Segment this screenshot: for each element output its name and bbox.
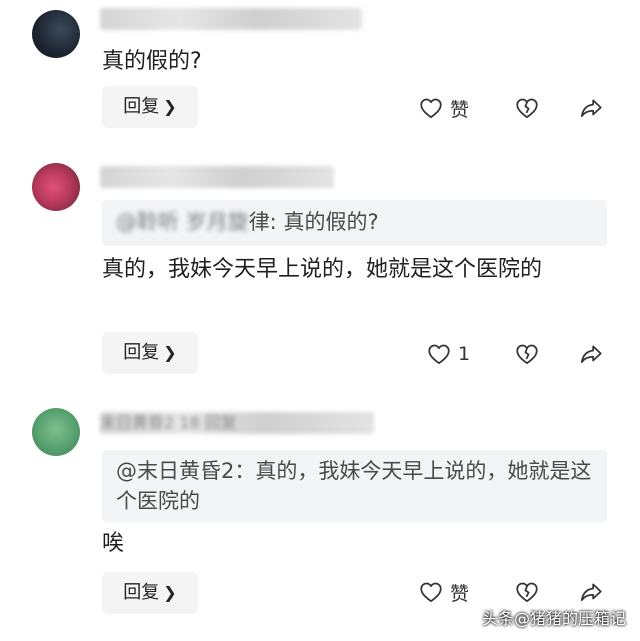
quoted-comment: @聆听 岁月旋律: 真的假的? [102, 200, 607, 246]
reply-label: 回复 [123, 582, 160, 603]
share-button[interactable] [578, 88, 604, 128]
quote-author-blurred: @聆听 岁月旋 [116, 210, 249, 234]
broken-heart-icon [516, 98, 538, 119]
chevron-right-icon: ❯ [163, 97, 177, 116]
comment-text: 真的假的? [102, 49, 202, 74]
avatar[interactable] [32, 163, 80, 211]
username-blurred[interactable] [100, 8, 362, 30]
like-button[interactable]: 1 [426, 334, 470, 374]
quote-text: 真的假的? [283, 210, 379, 234]
username-blurred[interactable] [100, 166, 334, 188]
like-button[interactable]: 赞 [418, 572, 469, 612]
watermark: 头条@猪猪的压箱记 [481, 609, 626, 628]
like-label: 赞 [450, 98, 470, 121]
heart-outline-icon [420, 98, 442, 119]
comment-text: 唉 [102, 531, 125, 556]
reply-button[interactable]: 回复 ❯ [102, 332, 198, 374]
reply-button[interactable]: 回复 ❯ [102, 572, 198, 614]
heart-outline-icon [420, 582, 442, 603]
dislike-button[interactable] [514, 88, 540, 128]
share-button[interactable] [578, 334, 604, 374]
heart-outline-icon [428, 344, 450, 365]
reply-label: 回复 [123, 96, 160, 117]
share-arrow-icon [580, 583, 602, 601]
broken-heart-icon [516, 344, 538, 365]
avatar[interactable] [32, 10, 80, 58]
dislike-button[interactable] [514, 334, 540, 374]
comment-text: 真的，我妹今天早上说的，她就是这个医院的 [102, 257, 543, 282]
avatar[interactable] [32, 408, 80, 456]
share-arrow-icon [580, 99, 602, 117]
broken-heart-icon [516, 582, 538, 603]
username-blurred[interactable]: 末日黄昏2 18 回复 [100, 412, 374, 434]
reply-label: 回复 [123, 342, 160, 363]
like-count: 1 [458, 343, 471, 365]
quote-author-tail: 律: [248, 210, 277, 234]
action-bar: 赞 [418, 88, 618, 128]
like-label: 赞 [450, 582, 470, 605]
share-arrow-icon [580, 345, 602, 363]
chevron-right-icon: ❯ [163, 343, 177, 362]
action-bar: 1 [418, 334, 618, 374]
like-button[interactable]: 赞 [418, 88, 469, 128]
quote-text: @末日黄昏2：真的，我妹今天早上说的，她就是这个医院的 [116, 459, 592, 513]
chevron-right-icon: ❯ [163, 583, 177, 602]
quoted-comment: @末日黄昏2：真的，我妹今天早上说的，她就是这个医院的 [102, 450, 607, 522]
reply-button[interactable]: 回复 ❯ [102, 86, 198, 128]
